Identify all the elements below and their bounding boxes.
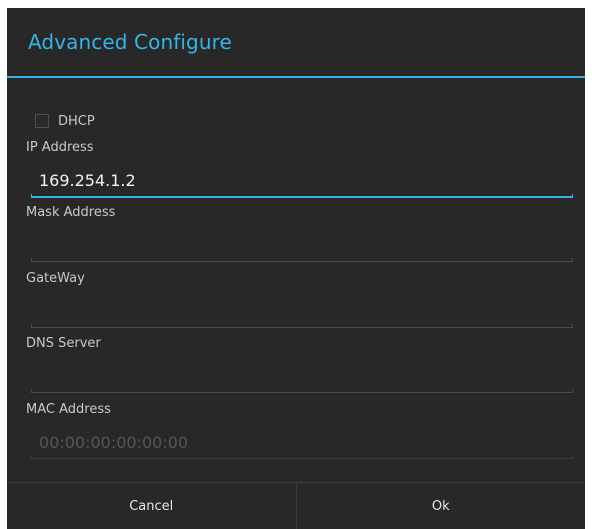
dns-server-label: DNS Server	[26, 336, 101, 351]
mask-address-label: Mask Address	[26, 205, 116, 220]
gateway-label: GateWay	[26, 271, 85, 286]
mac-address-input	[31, 428, 573, 456]
dhcp-label: DHCP	[58, 113, 95, 129]
cancel-button[interactable]: Cancel	[7, 483, 296, 529]
dhcp-checkbox[interactable]	[35, 114, 49, 128]
gateway-input[interactable]	[31, 297, 573, 325]
dialog-button-bar: Cancel Ok	[7, 482, 585, 529]
ip-address-underline	[31, 194, 573, 198]
network-config-form: DHCP IP Address Mask Address GateWay DNS…	[7, 78, 585, 471]
ip-address-input[interactable]	[31, 166, 573, 194]
advanced-configure-dialog: Advanced Configure DHCP IP Address Mask …	[7, 8, 585, 529]
dhcp-checkbox-row[interactable]: DHCP	[35, 112, 95, 130]
mac-address-label: MAC Address	[26, 402, 111, 417]
gateway-underline	[31, 324, 573, 328]
ip-address-label: IP Address	[26, 140, 94, 155]
mac-address-underline	[31, 455, 573, 459]
dialog-title-bar: Advanced Configure	[7, 8, 585, 76]
dns-server-underline	[31, 389, 573, 393]
mask-address-underline	[31, 258, 573, 262]
dialog-title: Advanced Configure	[28, 30, 232, 54]
ok-button[interactable]: Ok	[297, 483, 586, 529]
mask-address-input[interactable]	[31, 231, 573, 259]
dns-server-input[interactable]	[31, 362, 573, 390]
